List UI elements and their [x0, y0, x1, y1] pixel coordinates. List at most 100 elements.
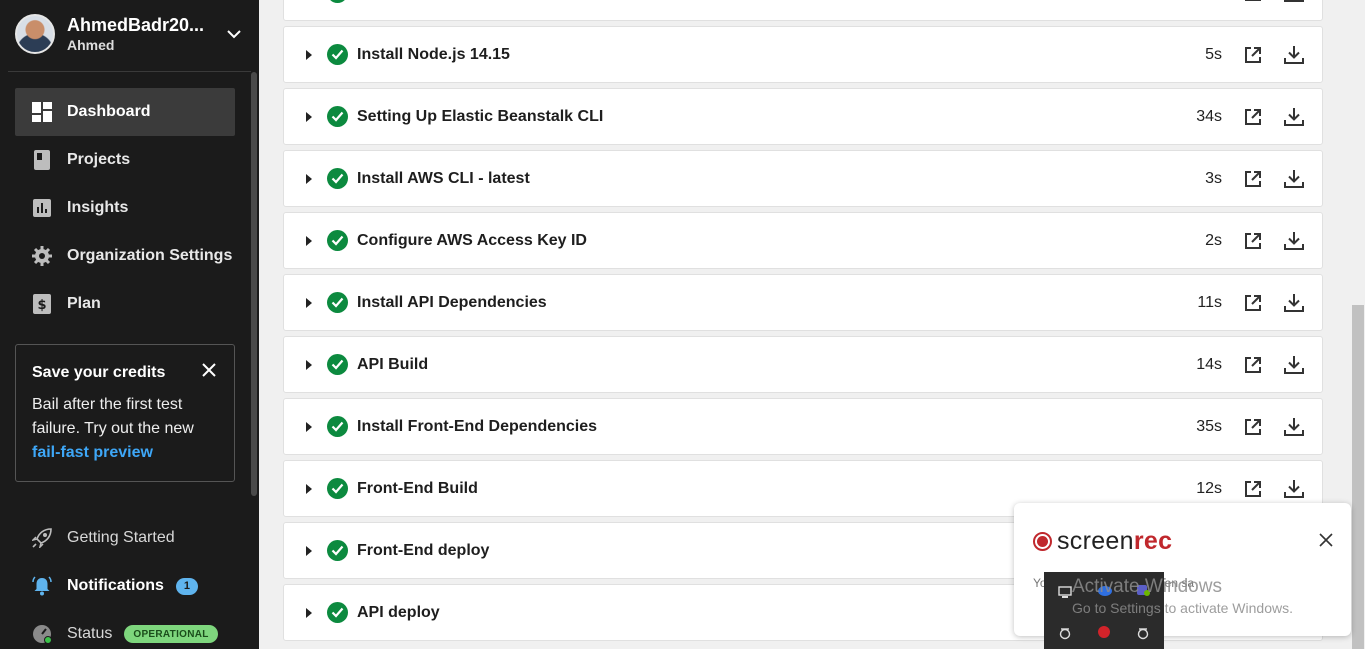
- step-row[interactable]: Install Node.js 14.15 5s: [283, 26, 1323, 83]
- screenrec-logo: screenrec: [1033, 527, 1172, 556]
- expand-caret-icon[interactable]: [306, 545, 312, 556]
- open-external-icon[interactable]: [1241, 105, 1265, 129]
- nav-item-status[interactable]: Status OPERATIONAL: [15, 610, 235, 649]
- tray-sync-icon[interactable]: [1136, 626, 1150, 640]
- promo-body: Bail after the first test failure. Try o…: [32, 396, 194, 437]
- step-row[interactable]: Install AWS CLI - latest 3s: [283, 150, 1323, 207]
- success-check-icon: [327, 230, 348, 251]
- step-row[interactable]: Setting Up Elastic Beanstalk CLI 34s: [283, 88, 1323, 145]
- success-check-icon: [327, 0, 348, 3]
- step-row-partial[interactable]: [283, 0, 1323, 21]
- download-icon[interactable]: [1282, 477, 1306, 501]
- dashboard-icon: [32, 102, 52, 122]
- step-duration: 12s: [1196, 479, 1222, 497]
- promo-card: Save your credits Bail after the first t…: [15, 344, 235, 482]
- close-icon[interactable]: [1319, 533, 1335, 549]
- status-badge: OPERATIONAL: [124, 625, 218, 643]
- expand-caret-icon[interactable]: [306, 111, 312, 122]
- nav-item-getting-started[interactable]: Getting Started: [15, 514, 235, 562]
- step-duration: 14s: [1196, 355, 1222, 373]
- step-row[interactable]: Install API Dependencies 11s: [283, 274, 1323, 331]
- nav-item-notifications[interactable]: Notifications 1: [15, 562, 235, 610]
- success-check-icon: [327, 292, 348, 313]
- avatar: [15, 14, 55, 54]
- nav-label: Notifications: [67, 577, 164, 594]
- open-external-icon[interactable]: [1241, 415, 1265, 439]
- expand-caret-icon[interactable]: [306, 359, 312, 370]
- step-name: Install AWS CLI - latest: [357, 169, 530, 187]
- insights-icon: [32, 198, 52, 218]
- step-row[interactable]: Install Front-End Dependencies 35s: [283, 398, 1323, 455]
- main-scrollbar[interactable]: [1352, 305, 1364, 649]
- download-icon[interactable]: [1282, 167, 1306, 191]
- success-check-icon: [327, 168, 348, 189]
- nav-item-organization-settings[interactable]: Organization Settings: [15, 232, 235, 280]
- promo-title: Save your credits: [32, 364, 166, 381]
- sidebar-scrollbar[interactable]: [251, 72, 257, 496]
- chevron-down-icon[interactable]: [223, 23, 245, 45]
- expand-caret-icon[interactable]: [306, 49, 312, 60]
- nav-item-dashboard[interactable]: Dashboard: [15, 88, 235, 136]
- main-nav: Dashboard Projects Insights Organization…: [15, 88, 235, 328]
- success-check-icon: [327, 354, 348, 375]
- nav-item-plan[interactable]: $ Plan: [15, 280, 235, 328]
- tray-app-icon[interactable]: [1058, 585, 1072, 599]
- expand-caret-icon[interactable]: [306, 607, 312, 618]
- nav-label: Plan: [67, 295, 101, 312]
- nav-label: Status: [67, 625, 113, 642]
- notification-count-badge: 1: [175, 577, 198, 595]
- success-check-icon: [327, 602, 348, 623]
- expand-caret-icon[interactable]: [306, 297, 312, 308]
- expand-caret-icon[interactable]: [306, 173, 312, 184]
- step-name: Configure AWS Access Key ID: [357, 231, 587, 249]
- download-icon[interactable]: [1282, 0, 1306, 5]
- step-name: Install Front-End Dependencies: [357, 417, 598, 435]
- download-icon[interactable]: [1282, 43, 1306, 67]
- bottom-nav: Getting Started Notifications 1 Status O…: [15, 514, 235, 649]
- open-external-icon[interactable]: [1241, 0, 1265, 5]
- watermark-line-1: Activate Windows: [1072, 576, 1222, 597]
- step-name: Install Node.js 14.15: [357, 45, 510, 63]
- step-name: Front-End Build: [357, 479, 478, 497]
- windows-activation-watermark: Activate Windows Go to Settings to activ…: [1072, 576, 1293, 618]
- status-gauge-icon: [32, 624, 52, 644]
- open-external-icon[interactable]: [1241, 291, 1265, 315]
- download-icon[interactable]: [1282, 291, 1306, 315]
- step-name: Install API Dependencies: [357, 293, 547, 311]
- open-external-icon[interactable]: [1241, 229, 1265, 253]
- close-icon[interactable]: [202, 363, 220, 381]
- rocket-icon: [32, 528, 52, 548]
- success-check-icon: [327, 478, 348, 499]
- step-duration: 5s: [1205, 45, 1222, 63]
- expand-caret-icon[interactable]: [306, 483, 312, 494]
- open-external-icon[interactable]: [1241, 167, 1265, 191]
- nav-item-projects[interactable]: Projects: [15, 136, 235, 184]
- success-check-icon: [327, 44, 348, 65]
- open-external-icon[interactable]: [1241, 43, 1265, 67]
- divider: [8, 71, 251, 72]
- expand-caret-icon[interactable]: [306, 421, 312, 432]
- open-external-icon[interactable]: [1241, 353, 1265, 377]
- brand-part-2: rec: [1133, 527, 1173, 555]
- open-external-icon[interactable]: [1241, 477, 1265, 501]
- step-row[interactable]: API Build 14s: [283, 336, 1323, 393]
- record-icon: [1033, 532, 1052, 551]
- download-icon[interactable]: [1282, 353, 1306, 377]
- user-subtitle: Ahmed: [67, 37, 115, 53]
- tray-record-icon[interactable]: [1097, 625, 1111, 639]
- download-icon[interactable]: [1282, 229, 1306, 253]
- tray-sync-icon[interactable]: [1058, 626, 1072, 640]
- step-duration: 34s: [1196, 107, 1222, 125]
- download-icon[interactable]: [1282, 415, 1306, 439]
- expand-caret-icon[interactable]: [306, 235, 312, 246]
- step-duration: 35s: [1196, 417, 1222, 435]
- fail-fast-link[interactable]: fail-fast preview: [32, 441, 218, 465]
- org-switcher[interactable]: AhmedBadr20... Ahmed: [15, 13, 245, 55]
- nav-item-insights[interactable]: Insights: [15, 184, 235, 232]
- bell-icon: [32, 576, 52, 596]
- svg-text:$: $: [37, 298, 46, 313]
- brand-part-1: screen: [1057, 527, 1134, 555]
- nav-label: Organization Settings: [67, 247, 233, 264]
- step-row[interactable]: Configure AWS Access Key ID 2s: [283, 212, 1323, 269]
- download-icon[interactable]: [1282, 105, 1306, 129]
